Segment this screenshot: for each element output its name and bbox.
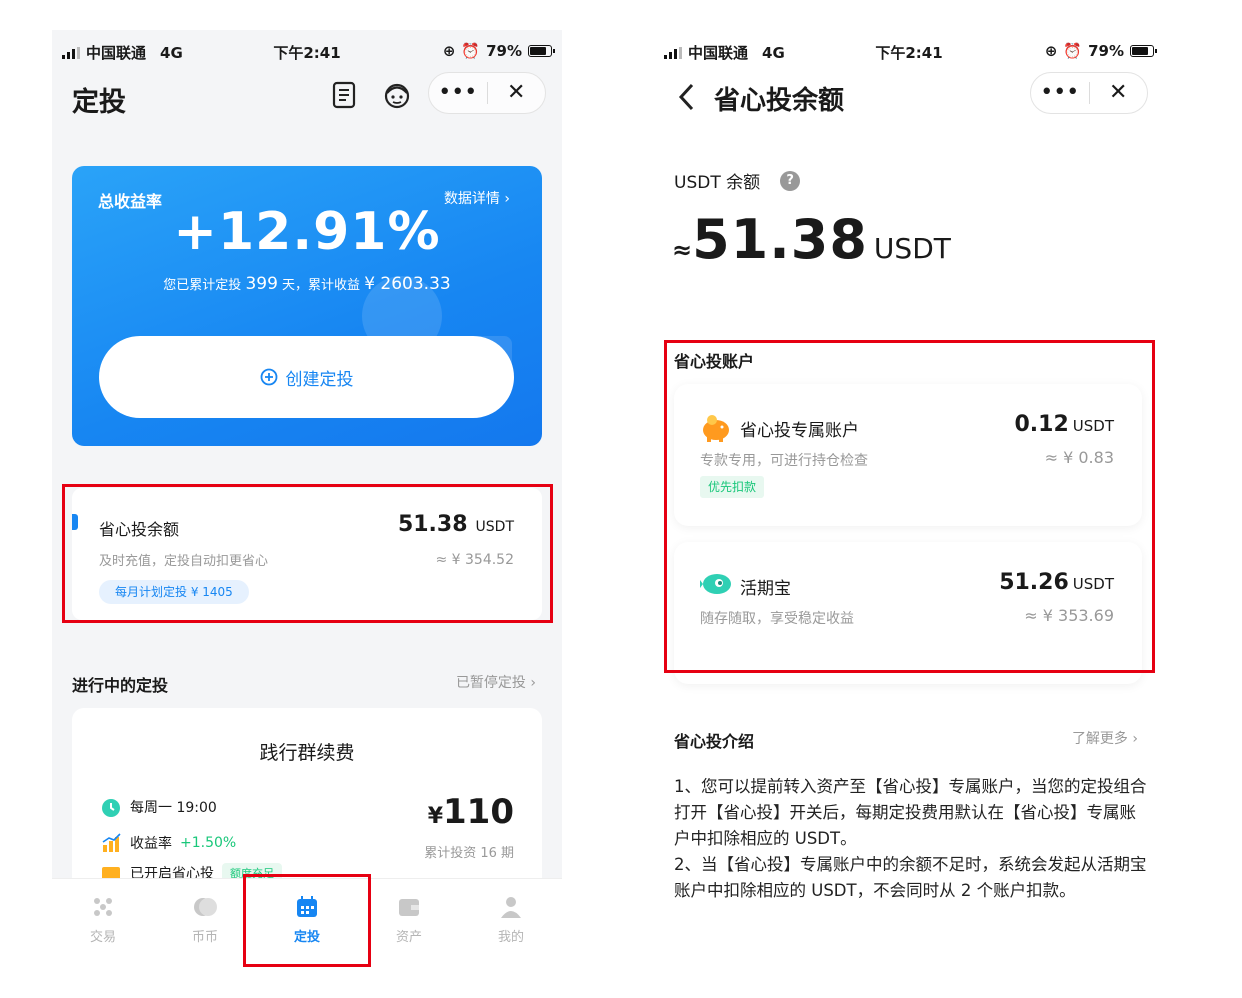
user-icon xyxy=(501,897,521,918)
plan-name: 践行群续费 xyxy=(259,742,355,764)
wallet-icon xyxy=(399,899,419,916)
order-list-icon[interactable] xyxy=(330,80,358,110)
total-return-rate: +12.91% xyxy=(173,202,441,262)
tab-assets[interactable]: 资产 xyxy=(358,879,460,970)
chevron-right-icon: › xyxy=(530,675,536,691)
battery-percent: 79% xyxy=(1088,42,1124,60)
status-bar: 中国联通 4G 下午2:41 ⊕ ⏰ 79% xyxy=(654,30,1164,66)
rotation-lock-icon: ⊕ xyxy=(442,42,456,60)
intro-paragraph-2: 2、当【省心投】专属账户中的余额不足时，系统会发起从活期宝账户中扣除相应的 US… xyxy=(674,855,1147,900)
highlight-box xyxy=(664,340,1155,673)
tab-mine[interactable]: 我的 xyxy=(460,879,562,970)
usdt-balance-label: USDT 余额 ? xyxy=(674,168,801,193)
status-bar: 中国联通 4G 下午2:41 ⊕ ⏰ 79% xyxy=(52,30,562,66)
close-button[interactable]: ✕ xyxy=(1090,72,1148,114)
paused-plans-link[interactable]: 已暂停定投 › xyxy=(456,672,536,692)
rotation-lock-icon: ⊕ xyxy=(1044,42,1058,60)
plan-rate-value: +1.50% xyxy=(180,835,237,851)
chevron-right-icon: › xyxy=(1132,731,1138,747)
invest-summary: 您已累计定投 399 天，累计收益 ¥ 2603.33 xyxy=(163,274,451,294)
plus-circle-icon xyxy=(260,368,277,386)
close-button[interactable]: ✕ xyxy=(488,72,546,114)
total-return-card: 总收益率 数据详情 › +12.91% 您已累计定投 399 天，累计收益 ¥ … xyxy=(72,166,542,446)
intro-paragraph-1: 1、您可以提前转入资产至【省心投】专属账户，当您的定投组合打开【省心投】开关后，… xyxy=(674,777,1147,848)
coin-icon xyxy=(194,898,217,916)
alarm-icon: ⏰ xyxy=(1063,42,1083,60)
ongoing-title: 进行中的定投 xyxy=(72,676,169,695)
intro-title: 省心投介绍 xyxy=(674,732,755,751)
create-plan-button[interactable]: 创建定投 xyxy=(99,336,514,418)
plan-schedule: 每周一 19:00 xyxy=(130,800,217,816)
plan-rate-label: 收益率 xyxy=(130,836,172,852)
plan-price: ¥110 xyxy=(427,792,514,832)
battery-percent: 79% xyxy=(486,42,522,60)
left-phone-screen: 中国联通 4G 下午2:41 ⊕ ⏰ 79% 定投 ••• ✕ 总收益率 数据详… xyxy=(52,30,562,970)
page-title: 省心投余额 xyxy=(714,86,845,116)
trade-icon xyxy=(94,898,112,916)
more-button[interactable]: ••• xyxy=(1031,72,1089,114)
learn-more-link[interactable]: 了解更多 › xyxy=(1072,728,1138,748)
battery-icon xyxy=(528,45,555,57)
chart-icon xyxy=(102,833,121,852)
tab-highlight-box xyxy=(243,874,371,967)
plan-periods: 累计投资 16 期 xyxy=(424,846,514,861)
right-phone-screen: 中国联通 4G 下午2:41 ⊕ ⏰ 79% 省心投余额 ••• ✕ USDT … xyxy=(654,30,1164,970)
back-arrow-icon[interactable] xyxy=(676,82,696,112)
tab-trade[interactable]: 交易 xyxy=(52,879,154,970)
mini-program-capsule: ••• ✕ xyxy=(1030,72,1148,114)
alarm-clock-icon xyxy=(102,799,120,817)
highlight-box xyxy=(62,484,553,623)
mini-program-capsule: ••• ✕ xyxy=(428,72,546,114)
page-title: 定投 xyxy=(72,87,126,118)
customer-service-icon[interactable] xyxy=(382,80,412,110)
intro-text: 1、您可以提前转入资产至【省心投】专属账户，当您的定投组合打开【省心投】开关后，… xyxy=(674,774,1149,904)
battery-icon xyxy=(1130,45,1157,57)
more-button[interactable]: ••• xyxy=(429,72,487,114)
usdt-balance: ≈ 51.38 USDT xyxy=(672,208,951,271)
alarm-icon: ⏰ xyxy=(461,42,481,60)
help-icon[interactable]: ? xyxy=(780,170,801,191)
tab-coin[interactable]: 币币 xyxy=(154,879,256,970)
